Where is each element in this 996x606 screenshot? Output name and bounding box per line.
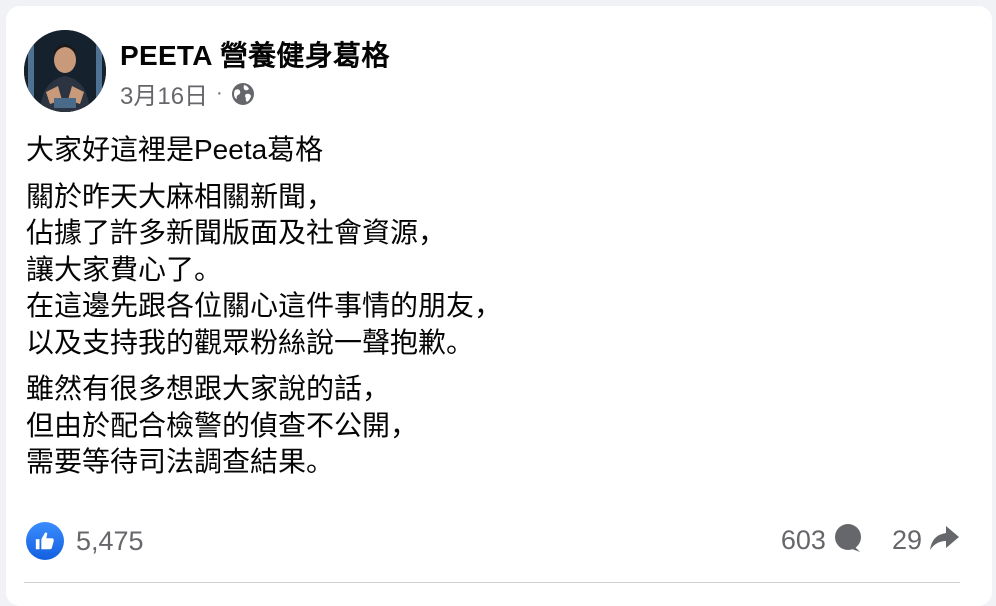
comments-stat[interactable]: 603 — [781, 522, 864, 559]
footer-divider — [24, 582, 960, 583]
post-line: 讓大家費心了。 — [26, 253, 223, 285]
post-line: 雖然有很多想跟大家說的話， — [26, 373, 391, 404]
post-date[interactable]: 3月16日 — [120, 76, 208, 111]
post-line: 以及支持我的觀眾粉絲說一聲抱歉。 — [26, 326, 475, 358]
like-icon — [26, 522, 64, 560]
globe-icon[interactable] — [231, 82, 255, 106]
post-card: PEETA 營養健身葛格 3月16日 · 大家好這裡是Peeta葛格 關於昨天大… — [6, 6, 992, 606]
post-paragraph: 雖然有很多想跟大家說的話， 但由於配合檢警的偵查不公開， 需要等待司法調查結果。 — [26, 371, 966, 481]
reactions-summary[interactable]: 5,475 — [26, 522, 144, 560]
post-body: 大家好這裡是Peeta葛格 關於昨天大麻相關新聞， 佔據了許多新聞版面及社會資源… — [26, 132, 966, 491]
share-count: 29 — [891, 525, 922, 555]
engagement-stats: 603 29 — [781, 522, 960, 559]
post-line: 需要等待司法調查結果。 — [26, 446, 335, 477]
avatar[interactable] — [24, 30, 106, 112]
author-name[interactable]: PEETA 營養健身葛格 — [120, 34, 390, 74]
post-meta: 3月16日 · — [120, 76, 255, 111]
meta-separator: · — [216, 82, 223, 104]
post-line: 在這邊先跟各位關心這件事情的朋友， — [26, 290, 503, 321]
post-paragraph: 大家好這裡是Peeta葛格 — [26, 132, 966, 169]
post-line: 關於昨天大麻相關新聞， — [26, 180, 335, 212]
post-line: 佔據了許多新聞版面及社會資源， — [26, 217, 447, 248]
comment-icon — [832, 522, 864, 559]
comment-count: 603 — [780, 525, 826, 555]
share-icon — [928, 522, 960, 559]
reaction-count: 5,475 — [76, 525, 144, 556]
shares-stat[interactable]: 29 — [892, 522, 960, 559]
post-paragraph: 關於昨天大麻相關新聞， 佔據了許多新聞版面及社會資源， 讓大家費心了。 在這邊先… — [26, 179, 966, 362]
post-line: 但由於配合檢警的偵查不公開， — [26, 409, 419, 441]
post-line: 大家好這裡是Peeta葛格 — [26, 134, 324, 165]
avatar-image — [24, 30, 106, 112]
